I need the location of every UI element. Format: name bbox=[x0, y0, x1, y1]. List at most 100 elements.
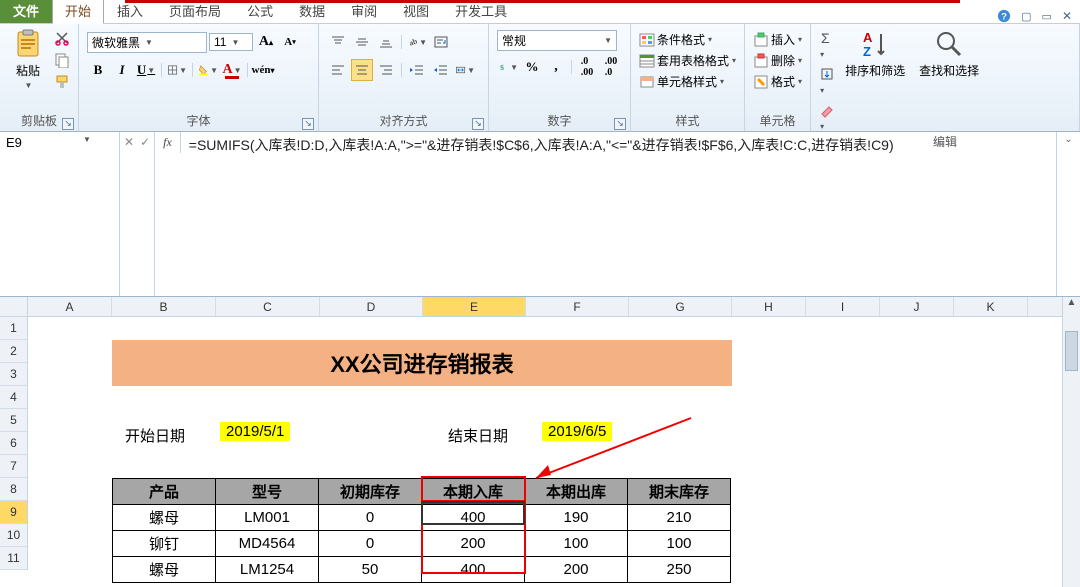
table-cell[interactable]: 200 bbox=[525, 557, 628, 583]
table-cell[interactable]: 铆钉 bbox=[113, 531, 216, 557]
merge-icon[interactable]: ▼ bbox=[454, 59, 476, 81]
row-header-2[interactable]: 2 bbox=[0, 340, 27, 363]
select-all-corner[interactable] bbox=[0, 297, 28, 317]
table-format-button[interactable]: 套用表格格式▾ bbox=[639, 52, 736, 69]
bold-button[interactable]: B bbox=[87, 59, 109, 81]
end-date-value[interactable]: 2019/6/5 bbox=[542, 422, 612, 441]
row-header-9[interactable]: 9 bbox=[0, 501, 27, 524]
column-headers[interactable]: ABCDEFGHIJK bbox=[28, 297, 1080, 317]
cut-icon[interactable] bbox=[54, 30, 70, 46]
font-dialog-icon[interactable]: ↘ bbox=[302, 118, 314, 130]
sort-filter-button[interactable]: AZ 排序和筛选 bbox=[841, 26, 909, 81]
row-header-8[interactable]: 8 bbox=[0, 478, 27, 501]
orientation-icon[interactable]: ab▼ bbox=[406, 31, 428, 53]
minimize-ribbon-icon[interactable]: ▢ bbox=[1021, 10, 1031, 23]
row-header-6[interactable]: 6 bbox=[0, 432, 27, 455]
table-header[interactable]: 本期入库 bbox=[422, 479, 525, 505]
table-row[interactable]: 铆钉MD45640200100100 bbox=[113, 531, 731, 557]
formula-value[interactable]: =SUMIFS(入库表!D:D,入库表!A:A,">="&进存销表!$C$6,入… bbox=[181, 132, 1056, 296]
font-color-icon[interactable]: A▼ bbox=[221, 59, 243, 81]
table-cell[interactable]: 400 bbox=[422, 505, 525, 531]
table-header[interactable]: 初期库存 bbox=[319, 479, 422, 505]
scroll-up-icon[interactable]: ▲ bbox=[1063, 297, 1080, 313]
col-header-J[interactable]: J bbox=[880, 297, 954, 316]
grow-font-icon[interactable]: A▴ bbox=[255, 31, 277, 53]
tab-home[interactable]: 开始 bbox=[52, 0, 104, 24]
table-cell[interactable]: 250 bbox=[628, 557, 731, 583]
tab-insert[interactable]: 插入 bbox=[104, 0, 156, 23]
tab-dev[interactable]: 开发工具 bbox=[442, 0, 520, 23]
align-bottom-icon[interactable] bbox=[375, 31, 397, 53]
tab-view[interactable]: 视图 bbox=[390, 0, 442, 23]
cond-format-button[interactable]: 条件格式▾ bbox=[639, 31, 712, 48]
col-header-G[interactable]: G bbox=[629, 297, 732, 316]
border-icon[interactable]: ▼ bbox=[166, 59, 188, 81]
format-cells-button[interactable]: 格式▾ bbox=[753, 73, 802, 90]
enter-formula-icon[interactable]: ✓ bbox=[140, 135, 150, 149]
start-date-value[interactable]: 2019/5/1 bbox=[220, 422, 290, 441]
indent-inc-icon[interactable] bbox=[430, 59, 452, 81]
shrink-font-icon[interactable]: A▾ bbox=[279, 31, 301, 53]
table-cell[interactable]: 0 bbox=[319, 505, 422, 531]
align-middle-icon[interactable] bbox=[351, 31, 373, 53]
col-header-B[interactable]: B bbox=[112, 297, 216, 316]
align-center-icon[interactable] bbox=[351, 59, 373, 81]
paste-button[interactable]: 粘贴 ▼ bbox=[8, 26, 48, 92]
col-header-F[interactable]: F bbox=[526, 297, 629, 316]
col-header-K[interactable]: K bbox=[954, 297, 1028, 316]
row-header-11[interactable]: 11 bbox=[0, 547, 27, 570]
col-header-I[interactable]: I bbox=[806, 297, 880, 316]
row-header-4[interactable]: 4 bbox=[0, 386, 27, 409]
table-cell[interactable]: 100 bbox=[525, 531, 628, 557]
table-cell[interactable]: 100 bbox=[628, 531, 731, 557]
table-cell[interactable]: 螺母 bbox=[113, 505, 216, 531]
window-close-icon[interactable]: ✕ bbox=[1062, 9, 1072, 23]
comma-icon[interactable]: , bbox=[545, 56, 567, 78]
fill-icon[interactable]: ▾ bbox=[819, 66, 835, 96]
table-row[interactable]: 螺母LM125450400200250 bbox=[113, 557, 731, 583]
table-header[interactable]: 产品 bbox=[113, 479, 216, 505]
font-name-select[interactable]: 微软雅黑▼ bbox=[87, 32, 207, 53]
name-box-input[interactable] bbox=[6, 135, 76, 150]
tab-layout[interactable]: 页面布局 bbox=[156, 0, 234, 23]
format-painter-icon[interactable] bbox=[54, 74, 70, 90]
chevron-down-icon[interactable]: ▼ bbox=[83, 135, 91, 144]
number-format-select[interactable]: 常规▼ bbox=[497, 30, 617, 51]
table-header[interactable]: 型号 bbox=[216, 479, 319, 505]
delete-cells-button[interactable]: 删除▾ bbox=[753, 52, 802, 69]
data-table[interactable]: 产品型号初期库存本期入库本期出库期末库存螺母LM0010400190210铆钉M… bbox=[112, 478, 731, 583]
name-box[interactable]: ▼ bbox=[0, 132, 120, 296]
autosum-icon[interactable]: Σ▾ bbox=[819, 30, 835, 60]
fill-color-icon[interactable]: ▼ bbox=[197, 59, 219, 81]
table-row[interactable]: 螺母LM0010400190210 bbox=[113, 505, 731, 531]
phonetic-icon[interactable]: wén▾ bbox=[252, 59, 274, 81]
table-header[interactable]: 本期出库 bbox=[525, 479, 628, 505]
row-header-3[interactable]: 3 bbox=[0, 363, 27, 386]
italic-button[interactable]: I bbox=[111, 59, 133, 81]
col-header-C[interactable]: C bbox=[216, 297, 320, 316]
currency-icon[interactable]: $▼ bbox=[497, 56, 519, 78]
tab-file[interactable]: 文件 bbox=[0, 0, 52, 23]
col-header-A[interactable]: A bbox=[28, 297, 112, 316]
percent-icon[interactable]: % bbox=[521, 56, 543, 78]
clear-icon[interactable]: ▾ bbox=[819, 102, 835, 132]
scroll-thumb[interactable] bbox=[1065, 331, 1078, 371]
row-header-10[interactable]: 10 bbox=[0, 524, 27, 547]
row-headers[interactable]: 1234567891011 bbox=[0, 317, 28, 570]
copy-icon[interactable] bbox=[54, 52, 70, 68]
row-header-1[interactable]: 1 bbox=[0, 317, 27, 340]
insert-cells-button[interactable]: 插入▾ bbox=[753, 31, 802, 48]
wrap-text-icon[interactable] bbox=[430, 31, 452, 53]
col-header-E[interactable]: E bbox=[423, 297, 526, 316]
underline-button[interactable]: U▼ bbox=[135, 59, 157, 81]
font-size-select[interactable]: 11▼ bbox=[209, 33, 253, 51]
table-cell[interactable]: 200 bbox=[422, 531, 525, 557]
fx-label[interactable]: fx bbox=[155, 132, 181, 153]
indent-dec-icon[interactable] bbox=[406, 59, 428, 81]
dec-decimal-icon[interactable]: .00.0 bbox=[600, 56, 622, 78]
align-left-icon[interactable] bbox=[327, 59, 349, 81]
row-header-7[interactable]: 7 bbox=[0, 455, 27, 478]
table-cell[interactable]: 螺母 bbox=[113, 557, 216, 583]
table-cell[interactable]: LM001 bbox=[216, 505, 319, 531]
table-cell[interactable]: 210 bbox=[628, 505, 731, 531]
